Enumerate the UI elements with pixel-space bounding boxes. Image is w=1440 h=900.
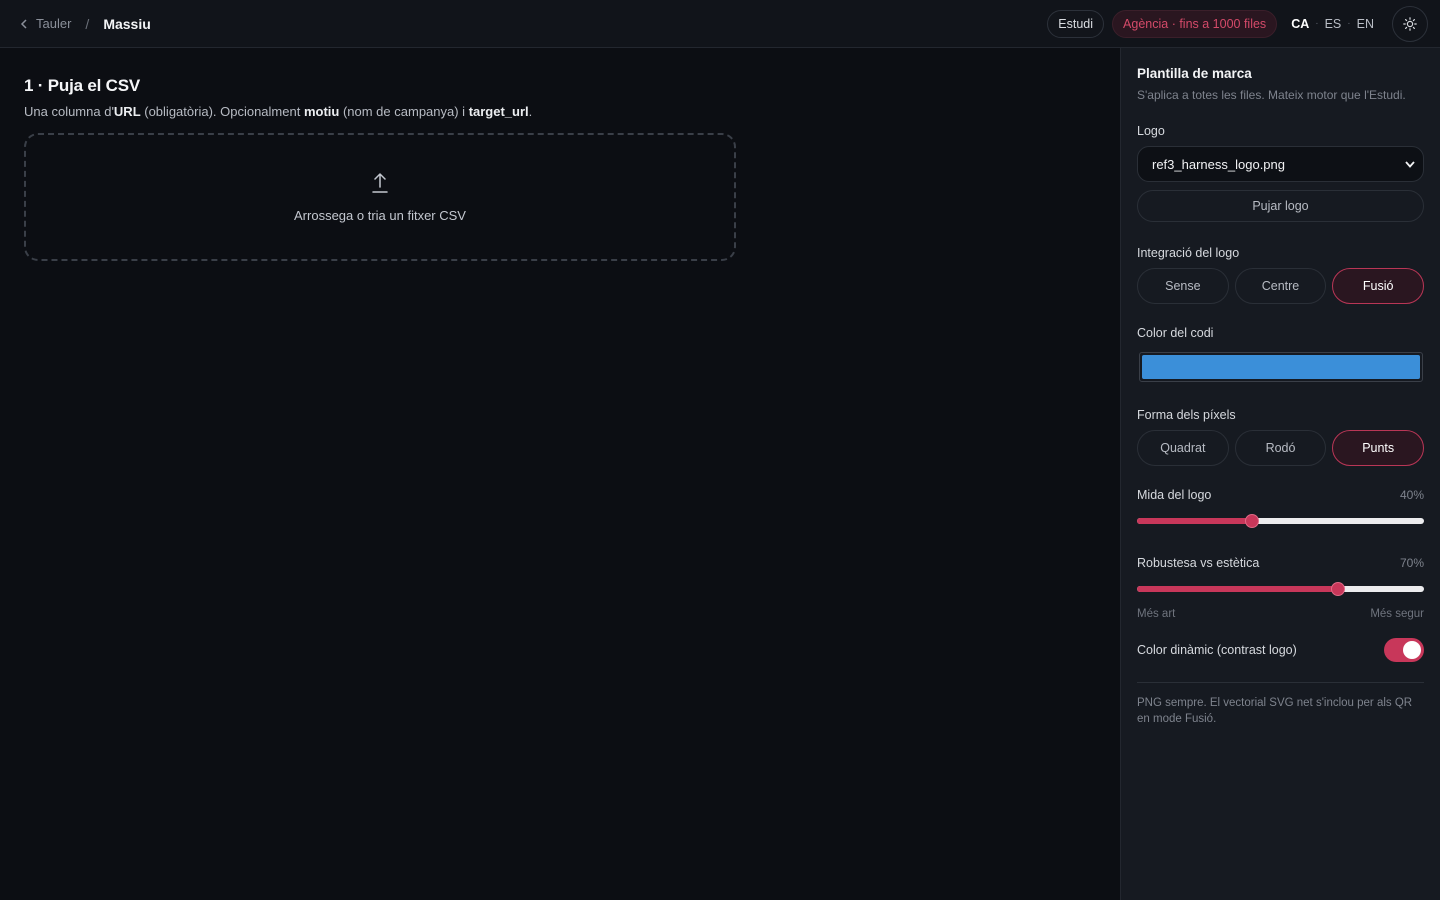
robustness-label: Robustesa vs estètica [1137,556,1260,570]
slider-fill [1137,518,1252,524]
lang-ca[interactable]: CA [1291,17,1309,31]
step-description: Una columna d'URL (obligatòria). Opciona… [24,104,533,119]
logo-size-value: 40% [1399,488,1424,502]
robustness-value: 70% [1399,556,1424,570]
code-color-label: Color del codi [1137,326,1214,340]
integration-option-centre[interactable]: Centre [1234,268,1327,304]
csv-dropzone[interactable]: Arrossega o tria un fitxer CSV [24,133,736,261]
theme-toggle-button[interactable] [1392,5,1428,42]
slider-thumb[interactable] [1330,582,1345,596]
panel-divider [1137,682,1424,683]
robustness-slider[interactable] [1137,582,1424,596]
studio-button[interactable]: Estudi [1047,9,1105,38]
back-link[interactable]: Tauler [20,16,71,31]
main-content: 1 · Puja el CSV Una columna d'URL (oblig… [0,48,1120,900]
pixel-shape-option-quadrat[interactable]: Quadrat [1137,430,1229,466]
code-color-fill [1142,355,1420,379]
chevron-left-icon [20,18,27,29]
chevron-down-icon [1405,160,1415,168]
lang-separator: · [1347,18,1351,29]
logo-select-value: ref3_harness_logo.png [1152,156,1285,172]
logo-select[interactable]: ref3_harness_logo.png [1137,146,1424,182]
pixel-shape-option-punts[interactable]: Punts [1332,430,1425,466]
export-note: PNG sempre. El vectorial SVG net s'inclo… [1137,697,1413,725]
dropzone-text: Arrossega o tria un fitxer CSV [294,207,466,223]
integration-segmented: Sense Centre Fusió [1137,268,1425,304]
integration-label: Integració del logo [1137,246,1240,260]
integration-option-sense[interactable]: Sense [1137,268,1229,304]
dynamic-color-toggle[interactable] [1384,638,1424,662]
toggle-knob [1403,641,1421,659]
breadcrumb-current: Massiu [103,15,151,32]
brand-template-panel: Plantilla de marca S'aplica a totes les … [1120,48,1440,900]
language-switcher: CA · ES · EN [1291,17,1374,31]
agency-plan-badge[interactable]: Agència · fins a 1000 files [1112,9,1278,38]
slider-fill [1137,586,1338,592]
lang-es[interactable]: ES [1325,17,1342,31]
top-actions: Estudi Agència · fins a 1000 files CA · … [1047,5,1428,42]
panel-subtitle: S'aplica a totes les files. Mateix motor… [1137,88,1406,102]
robustness-max-label: Més segur [1370,608,1424,620]
breadcrumb-separator: / [85,15,90,32]
integration-option-fusio[interactable]: Fusió [1332,268,1425,304]
lang-separator: · [1315,18,1319,29]
pixel-shape-label: Forma dels píxels [1137,408,1236,422]
top-bar: Tauler / Massiu Estudi Agència · fins a … [0,0,1440,48]
code-color-picker[interactable] [1139,352,1423,382]
upload-icon [372,172,388,193]
sun-icon [1403,16,1417,31]
upload-logo-button[interactable]: Pujar logo [1137,190,1424,222]
back-label: Tauler [36,16,72,31]
step-title: 1 · Puja el CSV [24,76,141,95]
panel-title: Plantilla de marca [1137,66,1252,81]
breadcrumb: Tauler / Massiu [20,16,151,32]
logo-size-slider[interactable] [1137,514,1424,528]
robustness-min-label: Més art [1137,608,1176,620]
slider-thumb[interactable] [1244,514,1259,528]
logo-label: Logo [1137,124,1165,138]
dynamic-color-label: Color dinàmic (contrast logo) [1137,643,1297,657]
logo-size-label: Mida del logo [1137,488,1212,502]
lang-en[interactable]: EN [1357,17,1374,31]
pixel-shape-option-rodo[interactable]: Rodó [1234,430,1327,466]
pixel-shape-segmented: Quadrat Rodó Punts [1137,430,1425,466]
